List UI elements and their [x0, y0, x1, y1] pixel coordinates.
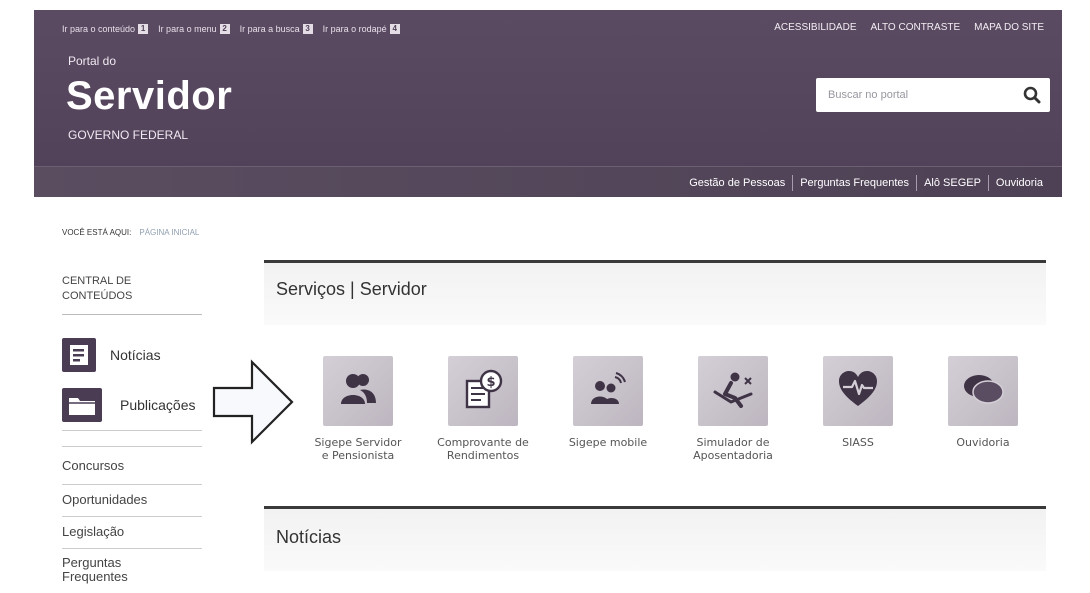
service-tile[interactable] — [823, 356, 893, 426]
skip-to-search-link[interactable]: Ir para a busca 3 — [240, 24, 313, 34]
service-siass[interactable]: SIASS — [803, 356, 913, 449]
service-sigepe-mobile[interactable]: Sigepe mobile — [553, 356, 663, 449]
sidebar-divider — [62, 446, 202, 447]
service-label: Comprovante de Rendimentos — [437, 436, 529, 462]
service-simulador-aposentadoria[interactable]: Simulador de Aposentadoria — [678, 356, 788, 462]
speech-bubbles-icon — [961, 372, 1005, 411]
sidebar-item-publicacoes[interactable]: Publicações — [62, 388, 196, 422]
folder-icon — [62, 388, 102, 422]
service-tile[interactable] — [573, 356, 643, 426]
nav-item-alo-segep[interactable]: Alô SEGEP — [917, 177, 988, 189]
sidebar-divider — [62, 484, 202, 485]
sidebar-item-label: Notícias — [110, 347, 161, 363]
service-tile[interactable] — [698, 356, 768, 426]
highlight-arrow-icon — [212, 359, 294, 445]
service-tile[interactable] — [948, 356, 1018, 426]
main-nav: Gestão de Pessoas Perguntas Frequentes A… — [682, 175, 1050, 191]
users-icon — [338, 372, 378, 411]
search-input[interactable] — [826, 88, 1018, 102]
service-label: Sigepe mobile — [568, 436, 648, 449]
skip-to-menu-link[interactable]: Ir para o menu 2 — [158, 24, 230, 34]
portal-prefix: Portal do — [68, 54, 117, 68]
skip-links: Ir para o conteúdo 1 Ir para o menu 2 Ir… — [62, 24, 400, 34]
sidebar-link-oportunidades[interactable]: Oportunidades — [62, 492, 147, 507]
heart-pulse-icon — [837, 370, 879, 413]
section-title: Serviços | Servidor — [276, 279, 427, 299]
sidebar-divider — [62, 516, 202, 517]
skip-to-footer-link[interactable]: Ir para o rodapé 4 — [323, 24, 400, 34]
service-label: Simulador de Aposentadoria — [693, 436, 773, 462]
lounge-chair-icon — [711, 370, 755, 413]
breadcrumb-label: VOCÊ ESTÁ AQUI: — [62, 228, 132, 237]
sidebar-link-legislacao[interactable]: Legislação — [62, 524, 124, 539]
service-label: SIASS — [842, 436, 874, 449]
search-icon[interactable] — [1018, 81, 1046, 109]
breadcrumb-home-link[interactable]: PÁGINA INICIAL — [139, 228, 199, 237]
site-subtitle: GOVERNO FEDERAL — [68, 128, 189, 142]
service-ouvidoria[interactable]: Ouvidoria — [928, 356, 1038, 449]
service-tile[interactable]: $ — [448, 356, 518, 426]
services-section-header: Serviços | Servidor — [264, 260, 1046, 325]
nav-item-gestao-de-pessoas[interactable]: Gestão de Pessoas — [682, 177, 792, 189]
news-section-header: Notícias — [264, 506, 1046, 571]
site-header: Ir para o conteúdo 1 Ir para o menu 2 Ir… — [34, 10, 1062, 197]
mobile-users-icon — [587, 371, 629, 412]
sidebar-title: CENTRAL DE CONTEÚDOS — [62, 274, 202, 315]
nav-item-ouvidoria[interactable]: Ouvidoria — [989, 177, 1050, 189]
service-comprovante-rendimentos[interactable]: $ Comprovante de Rendimentos — [428, 356, 538, 462]
service-tile[interactable] — [323, 356, 393, 426]
sidebar-divider — [62, 430, 202, 431]
sidebar-divider — [62, 548, 202, 549]
high-contrast-link[interactable]: ALTO CONTRASTE — [871, 22, 961, 33]
service-label: Ouvidoria — [956, 436, 1010, 449]
svg-text:$: $ — [486, 375, 495, 390]
nav-item-perguntas-frequentes[interactable]: Perguntas Frequentes — [793, 177, 916, 189]
sidebar-link-perguntas-frequentes[interactable]: Perguntas Frequentes — [62, 556, 128, 584]
sidebar-item-noticias[interactable]: Notícias — [62, 338, 161, 372]
accessibility-link[interactable]: ACESSIBILIDADE — [774, 22, 856, 33]
main-nav-bar: Gestão de Pessoas Perguntas Frequentes A… — [34, 166, 1062, 197]
sidebar-link-concursos[interactable]: Concursos — [62, 458, 124, 473]
receipt-icon: $ — [461, 369, 505, 414]
service-label: Sigepe Servidor e Pensionista — [314, 436, 402, 462]
section-title: Notícias — [276, 527, 342, 547]
site-logo-title[interactable]: Servidor — [66, 74, 232, 119]
top-links: ACESSIBILIDADE ALTO CONTRASTE MAPA DO SI… — [774, 22, 1044, 33]
news-icon — [62, 338, 96, 372]
breadcrumb: VOCÊ ESTÁ AQUI: PÁGINA INICIAL — [62, 228, 199, 237]
sidebar-item-label: Publicações — [120, 397, 196, 413]
search-box — [816, 78, 1050, 112]
sitemap-link[interactable]: MAPA DO SITE — [974, 22, 1044, 33]
service-sigepe-servidor[interactable]: Sigepe Servidor e Pensionista — [303, 356, 413, 462]
skip-to-content-link[interactable]: Ir para o conteúdo 1 — [62, 24, 149, 34]
